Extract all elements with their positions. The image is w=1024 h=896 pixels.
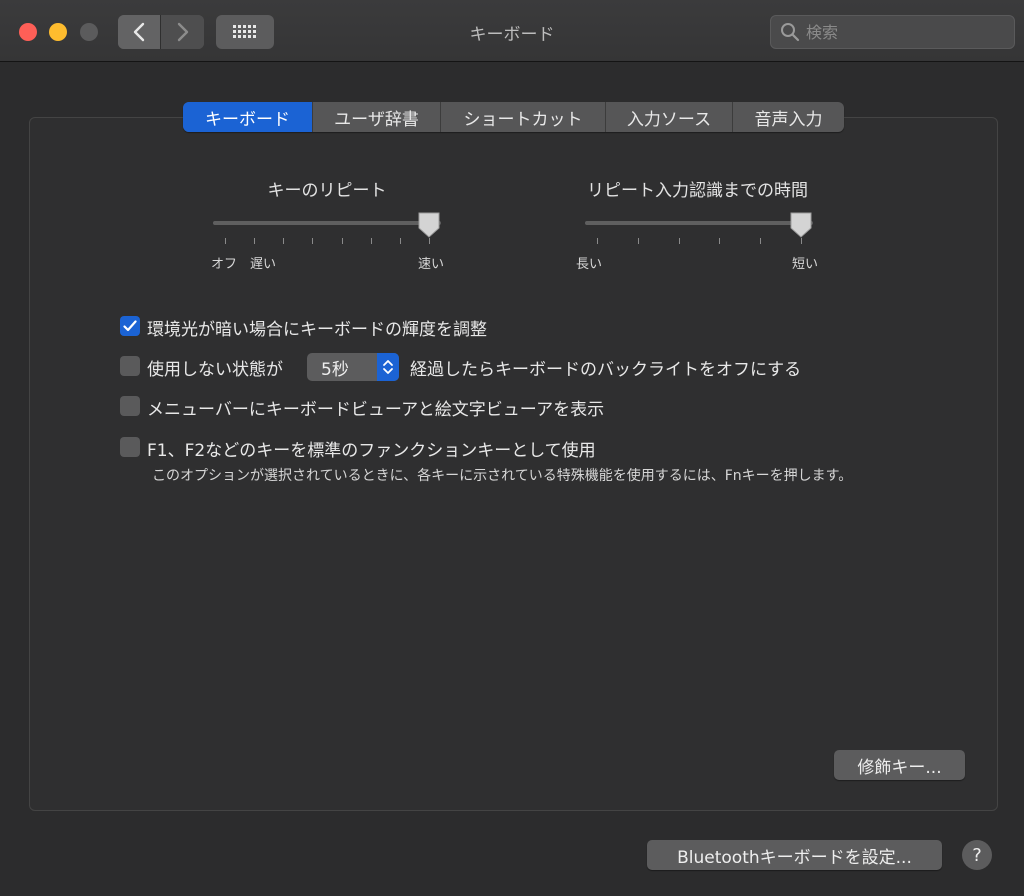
key-repeat-label-off: オフ: [211, 257, 238, 272]
fn-keys-checkbox[interactable]: [120, 437, 140, 457]
chevron-up-down-icon: [383, 360, 393, 374]
magnifier-icon: [781, 23, 800, 42]
backlight-checkbox[interactable]: [120, 356, 140, 376]
repeat-delay-slider-thumb[interactable]: [789, 211, 813, 239]
tab-bar: キーボード ユーザ辞書 ショートカット 入力ソース 音声入力: [183, 102, 844, 132]
backlight-label-after: 経過したらキーボードのバックライトをオフにする: [410, 360, 802, 380]
slider-tick: [719, 238, 721, 244]
tab-shortcuts[interactable]: ショートカット: [441, 102, 606, 132]
search-input[interactable]: [806, 22, 1006, 42]
repeat-delay-title: リピート入力認識までの時間: [587, 181, 808, 201]
setup-bluetooth-keyboard-button[interactable]: Bluetoothキーボードを設定...: [647, 840, 942, 870]
slider-tick: [225, 238, 226, 244]
preferences-window: キーボード キーボード ユーザ辞書 ショートカット 入力ソース 音声入力 キーの…: [0, 0, 1024, 896]
slider-tick: [254, 238, 256, 244]
modifier-keys-button[interactable]: 修飾キー...: [834, 750, 965, 780]
slider-tick: [637, 238, 639, 244]
fn-keys-note: このオプションが選択されているときに、各キーに示されている特殊機能を使用するには…: [152, 468, 853, 484]
slider-tick: [283, 238, 285, 244]
brightness-label: 環境光が暗い場合にキーボードの輝度を調整: [147, 320, 487, 340]
key-repeat-label-fast: 速い: [418, 257, 445, 272]
search-field[interactable]: [770, 15, 1015, 49]
slider-tick: [760, 238, 762, 244]
repeat-delay-track[interactable]: [585, 221, 813, 225]
popup-stepper: [377, 353, 399, 381]
slider-tick: [370, 238, 372, 244]
checkmark-icon: [123, 320, 137, 332]
backlight-timeout-popup[interactable]: 5秒: [307, 353, 399, 381]
key-repeat-slider-thumb[interactable]: [417, 211, 441, 239]
repeat-delay-label-long: 長い: [576, 257, 603, 272]
slider-tick: [341, 238, 343, 244]
tab-keyboard[interactable]: キーボード: [183, 102, 313, 132]
backlight-label-before: 使用しない状態が: [147, 360, 283, 380]
slider-tick: [597, 238, 598, 244]
viewer-checkbox[interactable]: [120, 396, 140, 416]
tab-input-sources[interactable]: 入力ソース: [606, 102, 733, 132]
content-panel: [29, 117, 998, 811]
key-repeat-label-slow: 遅い: [250, 257, 277, 272]
fn-keys-label: F1、F2などのキーを標準のファンクションキーとして使用: [147, 441, 596, 461]
tab-user-dictionary[interactable]: ユーザ辞書: [313, 102, 441, 132]
key-repeat-title: キーのリピート: [267, 181, 387, 201]
slider-tick: [678, 238, 680, 244]
brightness-checkbox[interactable]: [120, 316, 140, 336]
backlight-timeout-value: 5秒: [321, 359, 349, 380]
title-bar: キーボード: [0, 0, 1024, 62]
tab-dictation[interactable]: 音声入力: [733, 102, 844, 132]
key-repeat-track[interactable]: [213, 221, 441, 225]
slider-tick: [399, 238, 401, 244]
repeat-delay-label-short: 短い: [792, 257, 819, 272]
help-button[interactable]: ?: [962, 840, 992, 870]
viewer-label: メニューバーにキーボードビューアと絵文字ビューアを表示: [147, 400, 605, 420]
slider-tick: [312, 238, 314, 244]
